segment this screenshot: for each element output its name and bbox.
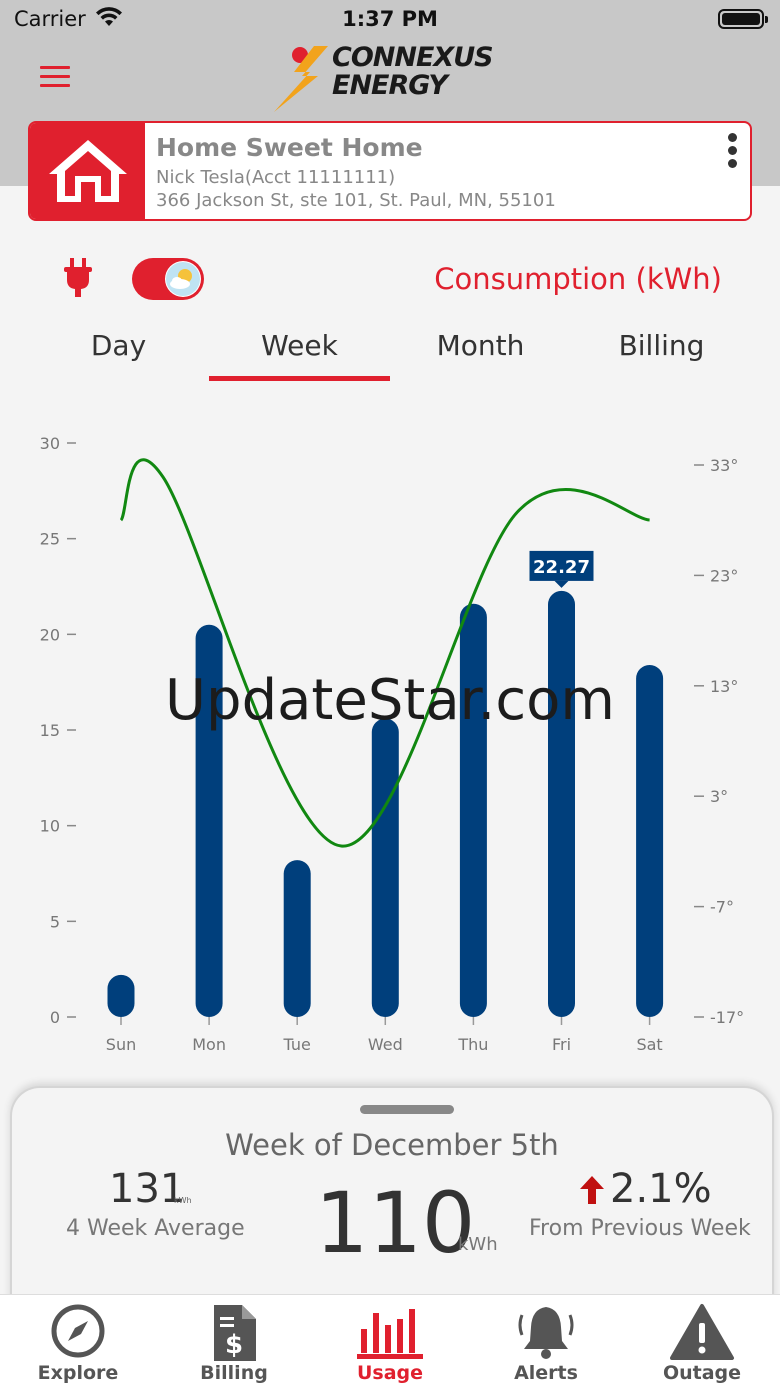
battery-icon [718, 9, 768, 29]
tabbar-outage[interactable]: Outage [624, 1295, 780, 1387]
account-card[interactable]: Home Sweet Home Nick Tesla(Acct 11111111… [28, 121, 752, 221]
y-tick-label: 10 [40, 817, 60, 836]
brand-name: CONNEXUS ENERGY [332, 42, 494, 101]
y-right-tick-label: 23° [710, 566, 738, 585]
plug-icon[interactable] [62, 258, 94, 298]
average-value: 131 [109, 1166, 186, 1212]
usage-bar-thu [459, 603, 487, 1017]
tabbar-billing[interactable]: $ Billing [156, 1295, 312, 1387]
y-tick-label: 30 [40, 434, 60, 453]
bar-chart-icon [357, 1309, 423, 1359]
compass-icon [51, 1304, 105, 1358]
account-home-badge [30, 123, 145, 219]
watermark-text: UpdateStar.com [165, 668, 615, 733]
usage-bar-wed [371, 718, 399, 1017]
weather-overlay-toggle[interactable] [132, 258, 204, 300]
account-holder: Nick Tesla(Acct 11111111) [156, 167, 396, 188]
tabbar-alerts[interactable]: Alerts [468, 1295, 624, 1387]
change-label: From Previous Week [529, 1216, 751, 1241]
total-usage-unit: kWh [458, 1234, 498, 1255]
usage-bar-tue [283, 860, 311, 1017]
clock: 1:37 PM [342, 7, 438, 31]
average-unit: kWh [174, 1196, 192, 1205]
y-tick-label: 0 [50, 1008, 60, 1027]
y-tick-label: 25 [40, 530, 60, 549]
weather-icon [165, 261, 201, 297]
status-bar: Carrier 1:37 PM [0, 0, 780, 40]
summary-title: Week of December 5th [225, 1128, 559, 1162]
x-tick-label: Mon [192, 1035, 226, 1054]
tooltip-pointer [554, 580, 569, 588]
y-tick-label: 20 [40, 625, 60, 644]
average-label: 4 Week Average [66, 1216, 245, 1241]
y-tick-label: 5 [50, 912, 60, 931]
y-right-tick-label: -17° [710, 1008, 744, 1027]
arrow-up-icon [580, 1176, 604, 1204]
sheet-drag-handle[interactable] [360, 1105, 454, 1114]
y-right-tick-label: 33° [710, 456, 738, 475]
tab-day[interactable]: Day [28, 325, 209, 381]
total-usage-value: 110 [315, 1174, 476, 1272]
tabbar-explore[interactable]: Explore [0, 1295, 156, 1387]
bottom-tab-bar: Explore $ Billing Usage Alerts Outage [0, 1294, 780, 1387]
bell-icon [518, 1307, 574, 1359]
tab-week[interactable]: Week [209, 325, 390, 381]
x-tick-label: Sun [106, 1035, 136, 1054]
usage-bar-sun [107, 974, 135, 1017]
account-name: Home Sweet Home [156, 133, 423, 162]
more-options-icon[interactable] [726, 133, 738, 171]
tab-billing[interactable]: Billing [571, 325, 752, 381]
bill-icon: $ [214, 1305, 256, 1361]
tab-month[interactable]: Month [390, 325, 571, 381]
x-tick-label: Tue [283, 1035, 311, 1054]
consumption-title: Consumption (kWh) [434, 262, 722, 296]
x-tick-label: Thu [457, 1035, 488, 1054]
usage-chart[interactable]: 30252015105033°23°13°3°-7°-17°Sun Mon Tue W… [0, 400, 780, 1080]
y-right-tick-label: 3° [710, 787, 728, 806]
x-tick-label: Wed [368, 1035, 403, 1054]
tooltip-value: 22.27 [533, 557, 590, 578]
svg-text:$: $ [225, 1330, 243, 1360]
usage-bar-fri [548, 590, 575, 1017]
brand-logo: CONNEXUS ENERGY [268, 42, 518, 114]
warning-icon [670, 1304, 734, 1360]
change-value: 2.1% [610, 1166, 712, 1212]
tabbar-usage[interactable]: Usage [312, 1295, 468, 1387]
period-tabs: Day Week Month Billing [28, 325, 752, 381]
selected-value-tooltip: 22.27 [529, 550, 594, 588]
account-address: 366 Jackson St, ste 101, St. Paul, MN, 5… [156, 190, 556, 211]
x-tick-label: Sat [636, 1035, 662, 1054]
hamburger-menu-icon[interactable] [40, 66, 70, 88]
y-right-tick-label: -7° [710, 898, 734, 917]
x-tick-label: Fri [552, 1035, 571, 1054]
home-icon [48, 140, 127, 202]
